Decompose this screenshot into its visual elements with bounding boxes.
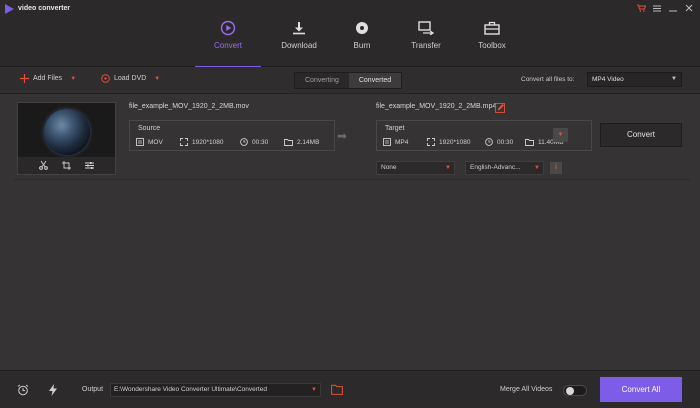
convert-all-files-label: Convert all files to: (521, 76, 575, 83)
status-tabs: Converting Converted (294, 72, 403, 89)
tab-download-label: Download (281, 41, 317, 50)
output-path-value: E:\Wondershare Video Converter Ultimate\… (114, 386, 267, 393)
disc-icon (354, 20, 370, 36)
tab-convert-label: Convert (213, 41, 242, 50)
toolbox-icon (484, 20, 500, 36)
output-label: Output (82, 386, 104, 393)
tab-burn[interactable]: Burn (329, 0, 395, 67)
trim-icon[interactable] (39, 161, 48, 170)
convert-all-button[interactable]: Convert All (600, 377, 682, 402)
subtitle-value: None (381, 164, 397, 171)
target-resolution-value: 1920*1080 (439, 138, 471, 146)
target-resolution: 1920*1080 (427, 138, 485, 146)
resolution-icon (427, 138, 435, 146)
tab-convert[interactable]: Convert (195, 0, 261, 68)
plus-icon (20, 74, 29, 83)
source-duration: 00:30 (240, 138, 284, 146)
clock-icon (485, 138, 493, 146)
target-duration-value: 00:30 (497, 138, 514, 146)
lightning-icon[interactable] (47, 384, 59, 396)
source-size-value: 2.14MB (297, 138, 320, 146)
chevron-down-icon[interactable]: ▼ (70, 76, 76, 82)
source-file-name: file_example_MOV_1920_2_2MB.mov (129, 103, 249, 110)
video-thumbnail[interactable] (17, 102, 116, 175)
source-title: Source (138, 125, 161, 132)
source-format-value: MOV (148, 138, 163, 146)
thumbnail-image (44, 109, 90, 155)
chevron-down-icon[interactable]: ▼ (154, 76, 160, 82)
add-files-label: Add Files (33, 75, 63, 82)
tab-toolbox[interactable]: Toolbox (459, 0, 525, 67)
source-info-row: MOV 1920*1080 00:30 2.14MB (136, 138, 319, 146)
minimize-icon[interactable] (668, 3, 678, 13)
audio-track-value: English-Advanc... (470, 164, 521, 171)
load-dvd-button[interactable]: Load DVD ▼ (101, 74, 160, 83)
target-duration: 00:30 (485, 138, 525, 146)
source-resolution-value: 1920*1080 (192, 138, 224, 146)
app-title: video converter (18, 5, 71, 12)
tab-transfer-label: Transfer (411, 41, 441, 50)
load-dvd-label: Load DVD (114, 75, 147, 82)
download-icon (291, 20, 307, 36)
main-nav: Convert Download Burn Transfer Toolbox (195, 0, 525, 68)
cart-icon[interactable] (636, 3, 646, 13)
output-format-value: MP4 Video (592, 76, 624, 83)
target-info-row: MP4 1920*1080 00:30 11.40MB (383, 138, 564, 146)
edit-icon[interactable] (495, 103, 505, 113)
tab-toolbox-label: Toolbox (478, 41, 506, 50)
output-format-select[interactable]: MP4 Video ▼ (587, 72, 682, 87)
folder-icon (525, 139, 534, 146)
merge-all-label: Merge All Videos (500, 386, 553, 393)
info-icon[interactable]: i (550, 162, 562, 174)
window-controls (636, 3, 694, 13)
resolution-icon (180, 138, 188, 146)
alarm-clock-icon[interactable] (17, 384, 29, 396)
output-path-select[interactable]: E:\Wondershare Video Converter Ultimate\… (110, 383, 321, 397)
target-format-value: MP4 (395, 138, 409, 146)
crop-icon[interactable] (62, 161, 71, 170)
chevron-down-icon: ▼ (311, 387, 317, 393)
play-circle-icon (220, 20, 236, 36)
transfer-icon (418, 20, 434, 36)
tab-download[interactable]: Download (266, 0, 332, 67)
effects-icon[interactable] (85, 161, 94, 170)
thumbnail-tools (18, 157, 115, 174)
menu-icon[interactable] (652, 3, 662, 13)
source-duration-value: 00:30 (252, 138, 269, 146)
title-bar: video converter Convert Download Burn Tr… (0, 0, 700, 68)
tab-converted[interactable]: Converted (348, 73, 402, 88)
chevron-down-icon: ▼ (445, 165, 451, 171)
tab-burn-label: Burn (353, 41, 371, 50)
chevron-down-icon: ▼ (671, 76, 677, 82)
bottom-bar: Output E:\Wondershare Video Converter Ul… (0, 370, 700, 408)
source-resolution: 1920*1080 (180, 138, 240, 146)
toggle-knob (566, 387, 574, 395)
target-title: Target (385, 125, 405, 132)
audio-track-select[interactable]: English-Advanc... ▼ (465, 161, 544, 175)
chevron-down-icon: ▼ (534, 165, 540, 171)
close-icon[interactable] (684, 3, 694, 13)
tab-transfer[interactable]: Transfer (393, 0, 459, 67)
merge-all-toggle[interactable] (563, 385, 587, 396)
source-format: MOV (136, 138, 180, 146)
open-folder-icon[interactable] (331, 384, 343, 395)
add-files-button[interactable]: Add Files ▼ (20, 74, 76, 83)
convert-button[interactable]: Convert (600, 123, 682, 147)
target-format: MP4 (383, 138, 427, 146)
file-icon (136, 138, 144, 146)
clock-icon (240, 138, 248, 146)
subtitle-select[interactable]: None ▼ (376, 161, 455, 175)
target-file-name: file_example_MOV_1920_2_2MB.mp4 (376, 103, 497, 110)
app-logo-icon (5, 4, 14, 14)
target-format-dropdown[interactable]: ▼ (553, 128, 568, 142)
arrow-right-icon: ➡ (337, 129, 348, 143)
tab-converting[interactable]: Converting (295, 73, 349, 88)
file-icon (383, 138, 391, 146)
source-info-box: Source MOV 1920*1080 00:30 2.14MB (129, 120, 335, 151)
folder-icon (284, 139, 293, 146)
source-size: 2.14MB (284, 138, 319, 146)
dvd-icon (101, 74, 110, 83)
